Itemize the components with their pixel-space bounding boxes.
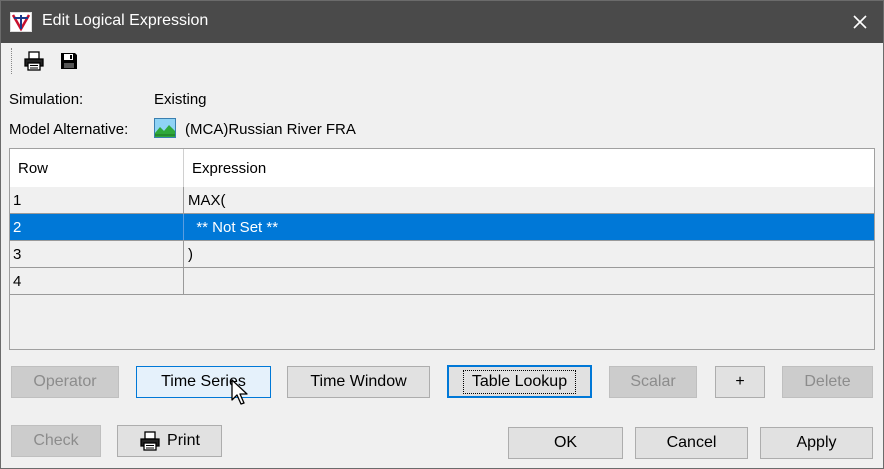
save-icon — [61, 53, 77, 69]
cancel-button[interactable]: Cancel — [635, 427, 748, 459]
table-header: Row Expression — [10, 149, 874, 188]
app-logo-icon — [10, 12, 32, 32]
expression-cell[interactable]: ) — [184, 241, 874, 267]
row-number-cell[interactable]: 3 — [10, 241, 184, 267]
table-lookup-label: Table Lookup — [462, 369, 577, 394]
delete-button[interactable]: Delete — [782, 366, 873, 398]
window-title: Edit Logical Expression — [42, 12, 209, 29]
table-row-selected[interactable]: 2 ** Not Set ** — [10, 214, 874, 241]
print-button-label: Print — [167, 432, 200, 449]
expression-cell[interactable]: MAX( — [184, 187, 874, 213]
landscape-icon — [154, 118, 176, 138]
table-row[interactable]: 1 MAX( — [10, 187, 874, 214]
close-button[interactable] — [837, 1, 883, 43]
add-button[interactable]: + — [715, 366, 765, 398]
title-bar[interactable]: Edit Logical Expression — [1, 1, 883, 43]
toolbar-save-button[interactable] — [57, 49, 81, 73]
row-number-cell[interactable]: 1 — [10, 187, 184, 213]
mouse-pointer-icon — [231, 379, 248, 405]
expression-table[interactable]: Row Expression 1 MAX( 2 ** Not Set ** 3 … — [9, 148, 875, 350]
close-icon — [853, 15, 867, 29]
print-icon — [140, 431, 160, 451]
edit-logical-expression-dialog: Edit Logical Expression Simulation: Exis… — [0, 0, 884, 469]
table-row[interactable]: 4 — [10, 268, 874, 295]
apply-button[interactable]: Apply — [760, 427, 873, 459]
print-icon — [24, 51, 44, 71]
simulation-value: Existing — [154, 91, 207, 108]
table-lookup-button[interactable]: Table Lookup — [447, 365, 592, 398]
scalar-button[interactable]: Scalar — [609, 366, 697, 398]
model-alternative-value: (MCA)Russian River FRA — [185, 121, 356, 138]
operator-button[interactable]: Operator — [11, 366, 119, 398]
ok-button[interactable]: OK — [508, 427, 623, 459]
column-header-expression[interactable]: Expression — [184, 149, 874, 187]
simulation-label: Simulation: — [9, 91, 84, 108]
model-alternative-label: Model Alternative: — [9, 121, 129, 138]
row-number-cell[interactable]: 4 — [10, 268, 184, 294]
toolbar-grip[interactable] — [11, 48, 14, 74]
column-header-row[interactable]: Row — [10, 149, 184, 187]
row-number-cell[interactable]: 2 — [10, 214, 184, 240]
toolbar — [1, 44, 883, 78]
print-button[interactable]: Print — [117, 425, 222, 457]
expression-cell[interactable] — [184, 268, 874, 294]
time-window-button[interactable]: Time Window — [287, 366, 430, 398]
check-button[interactable]: Check — [11, 425, 101, 457]
expression-cell[interactable]: ** Not Set ** — [184, 214, 874, 240]
table-row[interactable]: 3 ) — [10, 241, 874, 268]
toolbar-print-button[interactable] — [22, 49, 46, 73]
